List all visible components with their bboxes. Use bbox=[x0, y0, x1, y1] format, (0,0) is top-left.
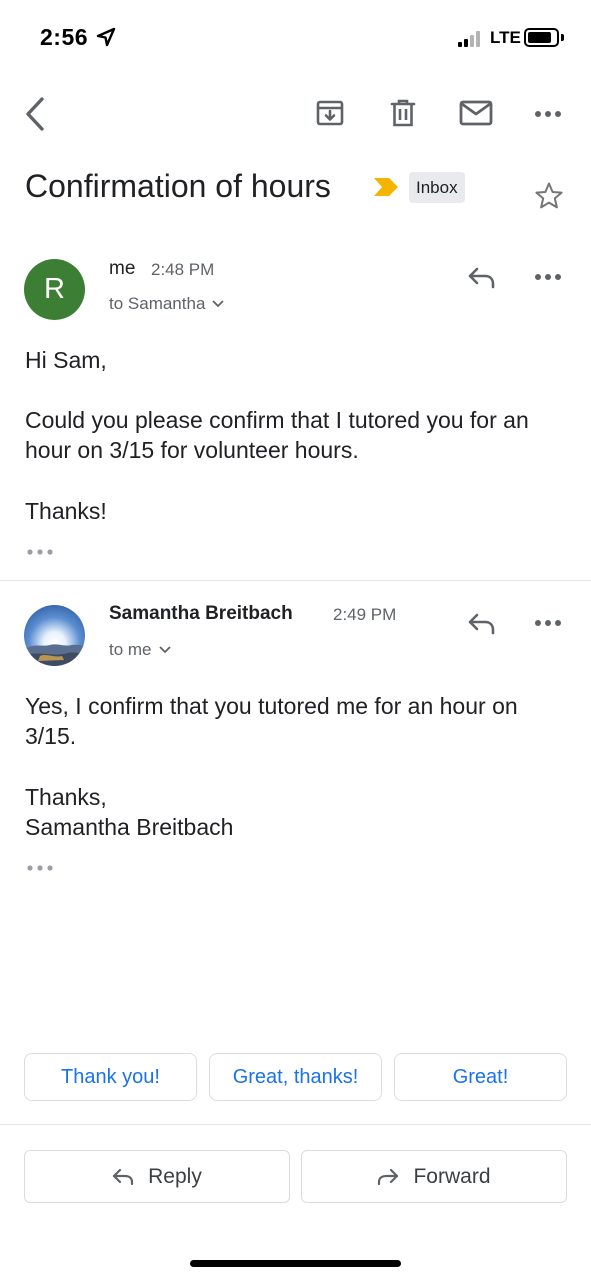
chevron-down-icon bbox=[158, 646, 171, 654]
mark-unread-icon bbox=[459, 100, 493, 126]
inbox-label-chip[interactable]: Inbox bbox=[409, 172, 465, 203]
reply-button[interactable] bbox=[462, 606, 502, 642]
star-icon bbox=[535, 182, 563, 209]
more-horizontal-icon bbox=[535, 620, 561, 626]
reply-icon bbox=[468, 267, 495, 289]
status-time: 2:56 bbox=[40, 24, 89, 50]
actions-divider bbox=[0, 1124, 591, 1125]
forward-icon bbox=[378, 1168, 399, 1185]
forward-action-button[interactable]: Forward bbox=[301, 1150, 567, 1203]
archive-button[interactable] bbox=[310, 93, 350, 133]
message-time: 2:48 PM bbox=[151, 260, 215, 279]
smart-reply-chip[interactable]: Great! bbox=[394, 1053, 567, 1101]
sender-avatar-photo[interactable] bbox=[24, 605, 85, 666]
sender-name: me bbox=[109, 258, 136, 279]
sender-avatar[interactable]: R bbox=[24, 259, 85, 320]
sender-name: Samantha Breitbach bbox=[109, 603, 293, 624]
back-button[interactable] bbox=[14, 92, 56, 136]
recipient-text: to me bbox=[109, 640, 152, 659]
message-time: 2:49 PM bbox=[333, 605, 397, 624]
message-body-signoff: Thanks! bbox=[25, 498, 107, 524]
battery-nub bbox=[561, 34, 564, 41]
show-trimmed-content-button[interactable] bbox=[25, 545, 55, 559]
reply-label: Reply bbox=[148, 1164, 202, 1188]
message-body-paragraph: Yes, I confirm that you tutored me for a… bbox=[25, 693, 518, 749]
cellular-signal-icon bbox=[458, 30, 480, 47]
star-button[interactable] bbox=[528, 176, 570, 216]
message-body-greeting: Hi Sam, bbox=[25, 347, 107, 373]
home-indicator[interactable] bbox=[190, 1260, 401, 1267]
chevron-down-icon bbox=[212, 300, 225, 308]
network-type: LTE bbox=[490, 28, 521, 47]
importance-marker-icon[interactable] bbox=[372, 176, 400, 198]
smart-reply-chip[interactable]: Thank you! bbox=[24, 1053, 197, 1101]
reply-button[interactable] bbox=[462, 260, 502, 296]
reply-icon bbox=[468, 613, 495, 635]
message-body-paragraph: Could you please confirm that I tutored … bbox=[25, 407, 529, 463]
message-more-button[interactable] bbox=[528, 263, 568, 291]
message-body-signoff: Thanks, bbox=[25, 784, 107, 810]
delete-icon bbox=[390, 99, 416, 127]
smart-reply-chip[interactable]: Great, thanks! bbox=[209, 1053, 382, 1101]
status-bar: 2:56 LTE bbox=[0, 0, 591, 78]
more-horizontal-icon bbox=[27, 549, 53, 555]
reply-action-button[interactable]: Reply bbox=[24, 1150, 290, 1203]
email-subject: Confirmation of hours bbox=[25, 168, 331, 204]
delete-button[interactable] bbox=[383, 93, 423, 133]
reply-icon bbox=[113, 1168, 134, 1185]
more-horizontal-icon bbox=[535, 111, 561, 117]
more-options-button[interactable] bbox=[528, 100, 568, 128]
message-divider bbox=[0, 580, 591, 581]
sky-photo-icon bbox=[24, 605, 85, 666]
more-horizontal-icon bbox=[535, 274, 561, 280]
message-more-button[interactable] bbox=[528, 609, 568, 637]
forward-label: Forward bbox=[413, 1164, 491, 1188]
message-body-signature: Samantha Breitbach bbox=[25, 814, 234, 840]
recipient-toggle[interactable]: to me bbox=[109, 640, 171, 660]
more-horizontal-icon bbox=[27, 865, 53, 871]
mark-unread-button[interactable] bbox=[455, 93, 497, 133]
back-arrow-icon bbox=[26, 97, 44, 131]
recipient-text: to Samantha bbox=[109, 294, 206, 313]
show-trimmed-content-button[interactable] bbox=[25, 861, 55, 875]
location-arrow-icon bbox=[96, 27, 116, 47]
archive-icon bbox=[316, 100, 344, 126]
battery-icon bbox=[524, 28, 559, 47]
recipient-toggle[interactable]: to Samantha bbox=[109, 294, 225, 314]
